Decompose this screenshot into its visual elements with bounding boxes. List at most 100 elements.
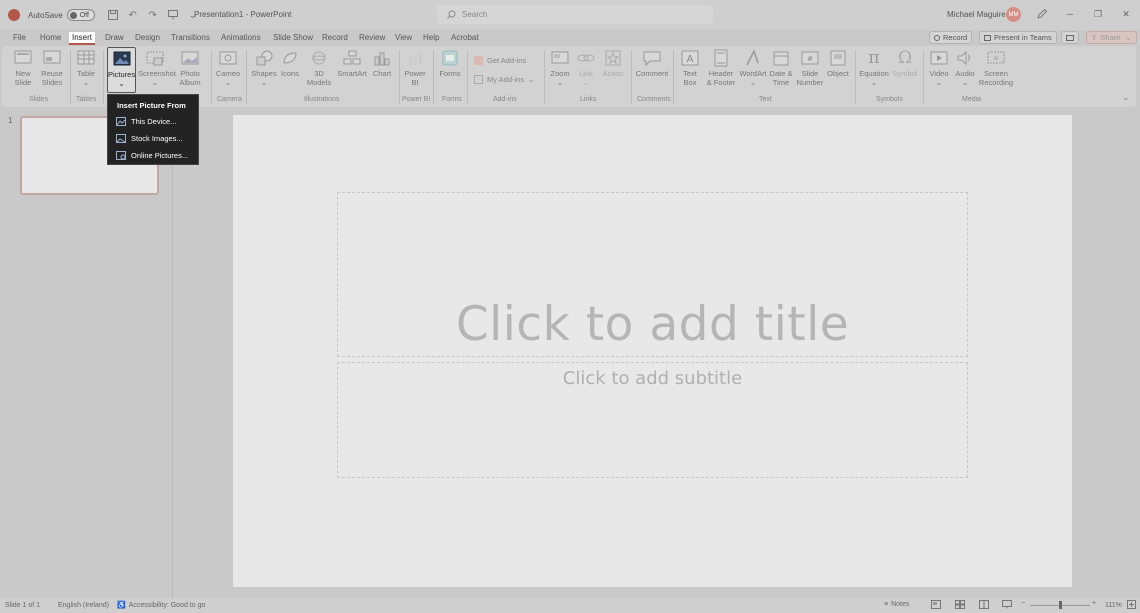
3d-models-button[interactable]: 3D Models bbox=[304, 49, 334, 87]
get-addins-label: Get Add-ins bbox=[487, 56, 527, 65]
slide-canvas[interactable]: Click to add title Click to add subtitle bbox=[233, 115, 1072, 587]
date-time-label-2: Time bbox=[772, 78, 790, 87]
screenshot-button[interactable]: Screenshot ⌄ bbox=[138, 49, 176, 87]
tab-record[interactable]: Record bbox=[319, 32, 351, 43]
group-label-media: Media bbox=[962, 96, 982, 103]
user-name[interactable]: Michael Maguire bbox=[947, 10, 1006, 19]
collapse-ribbon-icon[interactable]: ⌄ bbox=[1122, 92, 1130, 103]
fit-to-window-icon[interactable] bbox=[1127, 600, 1136, 609]
tab-review[interactable]: Review bbox=[356, 32, 388, 43]
tab-slide-show[interactable]: Slide Show bbox=[270, 32, 316, 43]
tab-animations[interactable]: Animations bbox=[218, 32, 264, 43]
menu-item-online-pictures[interactable]: Online Pictures... bbox=[108, 147, 198, 164]
action-button[interactable]: Action bbox=[600, 49, 626, 78]
pi-icon: π bbox=[868, 48, 880, 68]
tab-view[interactable]: View bbox=[392, 32, 415, 43]
comment-button[interactable]: Comment bbox=[635, 49, 669, 78]
document-title: Presentation1 - PowerPoint bbox=[194, 10, 292, 19]
forms-label: Forms bbox=[439, 69, 461, 78]
zoom-level[interactable]: 111% bbox=[1105, 602, 1122, 609]
photo-album-button[interactable]: Photo Album bbox=[176, 49, 204, 87]
video-button[interactable]: Video ⌄ bbox=[927, 49, 951, 87]
forms-button[interactable]: Forms bbox=[438, 49, 462, 78]
object-button[interactable]: Object bbox=[825, 49, 851, 78]
reuse-slides-button[interactable]: Reuse Slides bbox=[38, 49, 66, 87]
slide-sorter-icon[interactable] bbox=[955, 600, 965, 609]
close-icon[interactable]: ✕ bbox=[1120, 8, 1132, 20]
symbol-button[interactable]: Ω Symbol bbox=[891, 49, 919, 78]
restore-icon[interactable]: ❐ bbox=[1092, 8, 1104, 20]
tab-design[interactable]: Design bbox=[132, 32, 163, 43]
avatar[interactable]: MM bbox=[1006, 7, 1021, 22]
normal-view-icon[interactable] bbox=[931, 600, 941, 609]
tab-insert[interactable]: Insert bbox=[69, 32, 96, 45]
zoom-in-icon[interactable]: + bbox=[1092, 600, 1096, 607]
power-bi-label-1: Power bbox=[404, 69, 426, 78]
new-slide-label-1: New bbox=[15, 69, 31, 78]
tab-file[interactable]: File bbox=[10, 32, 29, 43]
zoom-slider-thumb[interactable] bbox=[1059, 601, 1062, 609]
accessibility-status[interactable]: ♿ Accessibility: Good to go bbox=[117, 601, 205, 610]
tab-home[interactable]: Home bbox=[37, 32, 64, 43]
pictures-button[interactable]: Pictures ⌄ bbox=[107, 47, 136, 93]
get-addins-button[interactable]: Get Add-ins bbox=[474, 56, 526, 65]
present-from-start-icon[interactable] bbox=[165, 7, 181, 23]
minimize-icon[interactable]: ─ bbox=[1064, 8, 1076, 20]
pictures-icon bbox=[112, 50, 132, 68]
cameo-button[interactable]: Cameo ⌄ bbox=[214, 49, 242, 87]
symbol-label: Symbol bbox=[892, 69, 918, 78]
tab-transitions[interactable]: Transitions bbox=[168, 32, 213, 43]
chart-button[interactable]: Chart bbox=[370, 49, 394, 78]
power-bi-button[interactable]: Power BI bbox=[403, 49, 427, 87]
object-icon bbox=[828, 49, 848, 67]
redo-icon[interactable]: ↷ bbox=[145, 7, 161, 23]
search-input[interactable]: Search bbox=[437, 5, 713, 24]
save-icon[interactable] bbox=[105, 7, 121, 23]
table-icon bbox=[76, 49, 96, 67]
zoom-button[interactable]: Zoom ⌄ bbox=[548, 49, 572, 87]
title-placeholder[interactable]: Click to add title bbox=[337, 192, 968, 357]
present-in-teams-button[interactable]: Present in Teams bbox=[979, 31, 1057, 44]
slide-show-icon[interactable] bbox=[1002, 600, 1012, 609]
teams-icon bbox=[984, 34, 991, 41]
toggle-knob bbox=[69, 11, 77, 19]
photo-album-label-1: Photo bbox=[180, 69, 200, 78]
chart-icon bbox=[372, 49, 392, 67]
photo-album-label-2: Album bbox=[179, 78, 201, 87]
language-indicator[interactable]: English (Ireland) bbox=[58, 602, 109, 609]
menu-item-stock-images[interactable]: Stock Images... bbox=[108, 130, 198, 147]
notes-button[interactable]: ≡ Notes bbox=[884, 601, 909, 608]
zoom-out-icon[interactable]: − bbox=[1021, 600, 1025, 607]
chevron-down-icon: ⌄ bbox=[961, 78, 969, 87]
reading-view-icon[interactable] bbox=[979, 600, 989, 609]
icons-button[interactable]: Icons bbox=[278, 49, 302, 78]
link-button[interactable]: Link ⌄ bbox=[574, 49, 598, 87]
share-button[interactable]: ⇪ Share ⌄ bbox=[1086, 31, 1137, 44]
date-time-button[interactable]: Date & Time bbox=[768, 49, 794, 87]
my-addins-button[interactable]: My Add-ins ⌄ bbox=[474, 75, 534, 84]
screen-recording-button[interactable]: Screen Recording bbox=[978, 49, 1014, 87]
undo-icon[interactable]: ↶ bbox=[125, 7, 141, 23]
icons-icon bbox=[280, 49, 300, 67]
comments-button[interactable] bbox=[1061, 31, 1079, 44]
pen-icon[interactable] bbox=[1036, 8, 1048, 20]
equation-button[interactable]: π Equation ⌄ bbox=[859, 49, 889, 87]
tab-acrobat[interactable]: Acrobat bbox=[448, 32, 482, 43]
new-slide-button[interactable]: New Slide bbox=[9, 49, 37, 87]
audio-button[interactable]: Audio ⌄ bbox=[953, 49, 977, 87]
video-label: Video bbox=[929, 69, 949, 78]
wordart-button[interactable]: WordArt ⌄ bbox=[739, 49, 767, 87]
table-button[interactable]: Table ⌄ bbox=[73, 49, 99, 87]
smartart-button[interactable]: SmartArt bbox=[337, 49, 367, 78]
tab-help[interactable]: Help bbox=[420, 32, 442, 43]
subtitle-placeholder[interactable]: Click to add subtitle bbox=[337, 362, 968, 478]
chevron-down-icon: ⌄ bbox=[260, 78, 268, 87]
autosave-toggle[interactable]: Off bbox=[66, 9, 95, 21]
slide-number-button[interactable]: # Slide Number bbox=[795, 49, 825, 87]
tab-draw[interactable]: Draw bbox=[102, 32, 127, 43]
shapes-button[interactable]: Shapes ⌄ bbox=[250, 49, 278, 87]
header-footer-button[interactable]: Header & Footer bbox=[704, 49, 738, 87]
text-box-button[interactable]: A Text Box bbox=[678, 49, 702, 87]
menu-item-this-device[interactable]: This Device... bbox=[108, 113, 198, 130]
record-button[interactable]: Record bbox=[929, 31, 973, 44]
